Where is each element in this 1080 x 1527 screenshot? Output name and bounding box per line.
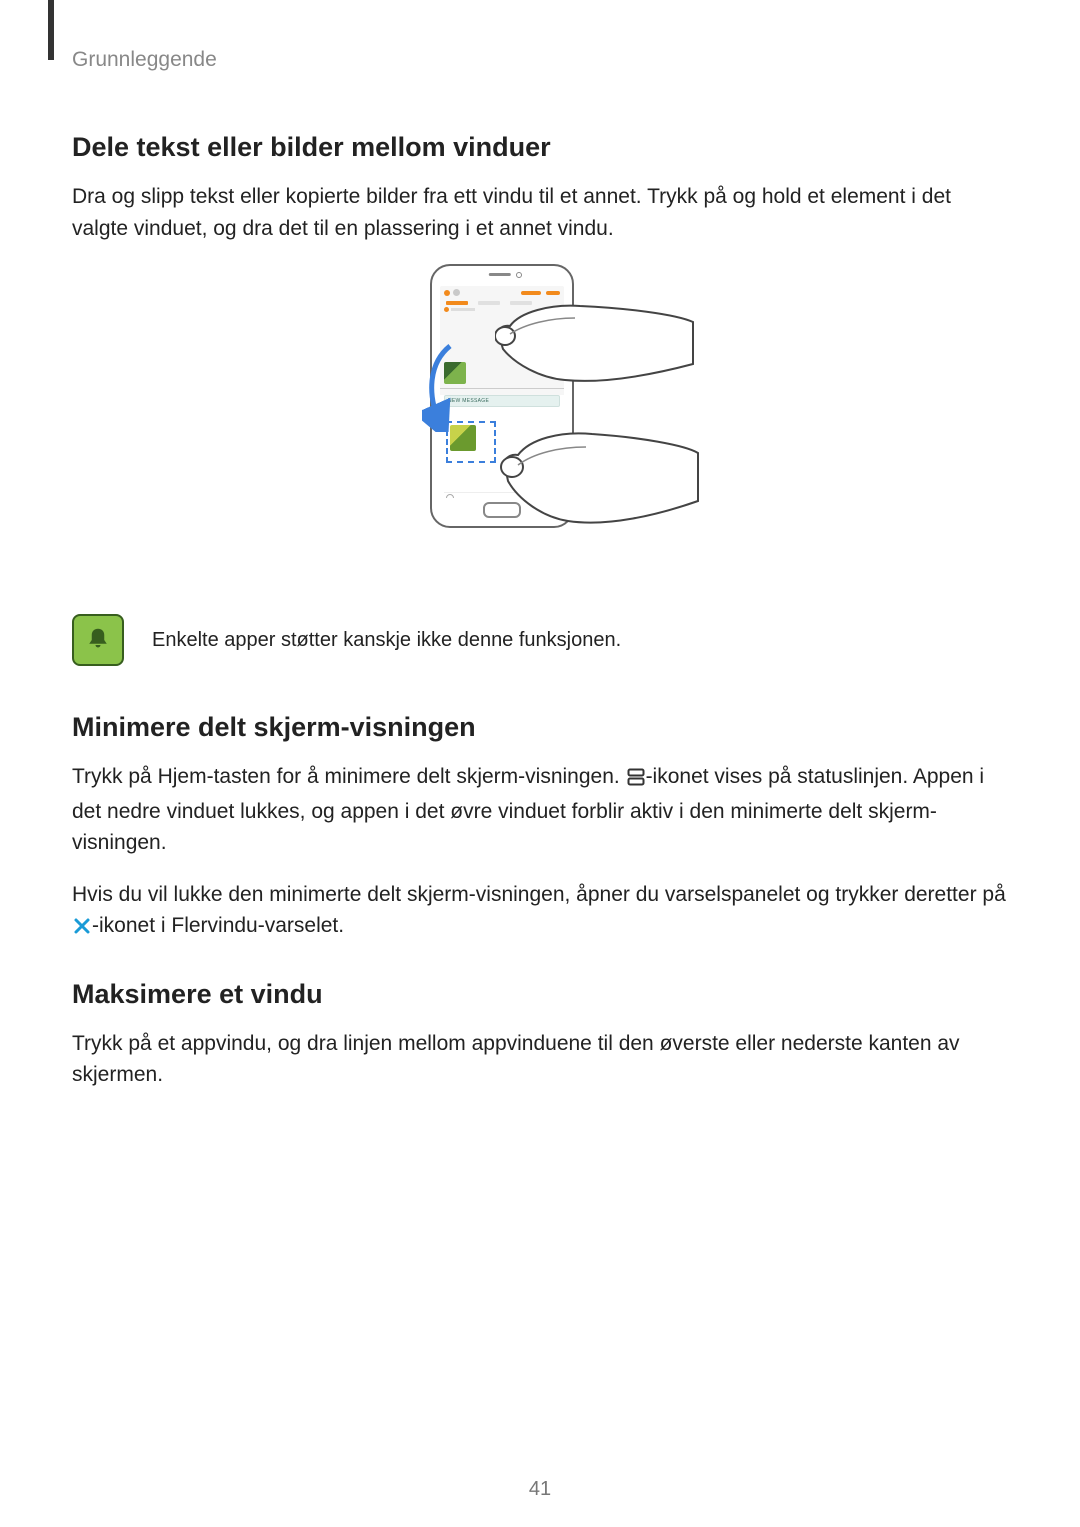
split-screen-icon bbox=[627, 764, 645, 796]
close-x-icon bbox=[73, 913, 91, 945]
para-share: Dra og slipp tekst eller kopierte bilder… bbox=[72, 181, 1008, 244]
note-text: Enkelte apper støtter kanskje ikke denne… bbox=[152, 629, 621, 652]
figure-drag-drop: NEW MESSAGE bbox=[72, 264, 1008, 584]
heading-share: Dele tekst eller bilder mellom vinduer bbox=[72, 132, 1008, 163]
page-content: Grunnleggende Dele tekst eller bilder me… bbox=[0, 0, 1080, 1091]
breadcrumb: Grunnleggende bbox=[72, 48, 1008, 72]
phone-home-button bbox=[483, 502, 521, 518]
para-minimize-2b: -ikonet i Flervindu-varselet. bbox=[92, 914, 344, 937]
phone-speaker bbox=[489, 273, 511, 276]
header-rule bbox=[48, 0, 54, 60]
para-minimize-1: Trykk på Hjem-tasten for å minimere delt… bbox=[72, 761, 1008, 859]
para-minimize-1a: Trykk på Hjem-tasten for å minimere delt… bbox=[72, 765, 626, 788]
attach-icon bbox=[446, 494, 454, 498]
note-bell-icon bbox=[72, 614, 124, 666]
phone-illustration: NEW MESSAGE bbox=[400, 264, 680, 584]
para-minimize-2: Hvis du vil lukke den minimerte delt skj… bbox=[72, 879, 1008, 945]
para-maximize: Trykk på et appvindu, og dra linjen mell… bbox=[72, 1028, 1008, 1091]
phone-camera bbox=[516, 272, 522, 278]
heading-maximize: Maksimere et vindu bbox=[72, 979, 1008, 1010]
para-minimize-2a: Hvis du vil lukke den minimerte delt skj… bbox=[72, 883, 1006, 906]
heading-minimize: Minimere delt skjerm-visningen bbox=[72, 712, 1008, 743]
note-row: Enkelte apper støtter kanskje ikke denne… bbox=[72, 614, 1008, 666]
drag-arrow-icon bbox=[422, 342, 462, 432]
page-number: 41 bbox=[0, 1478, 1080, 1501]
